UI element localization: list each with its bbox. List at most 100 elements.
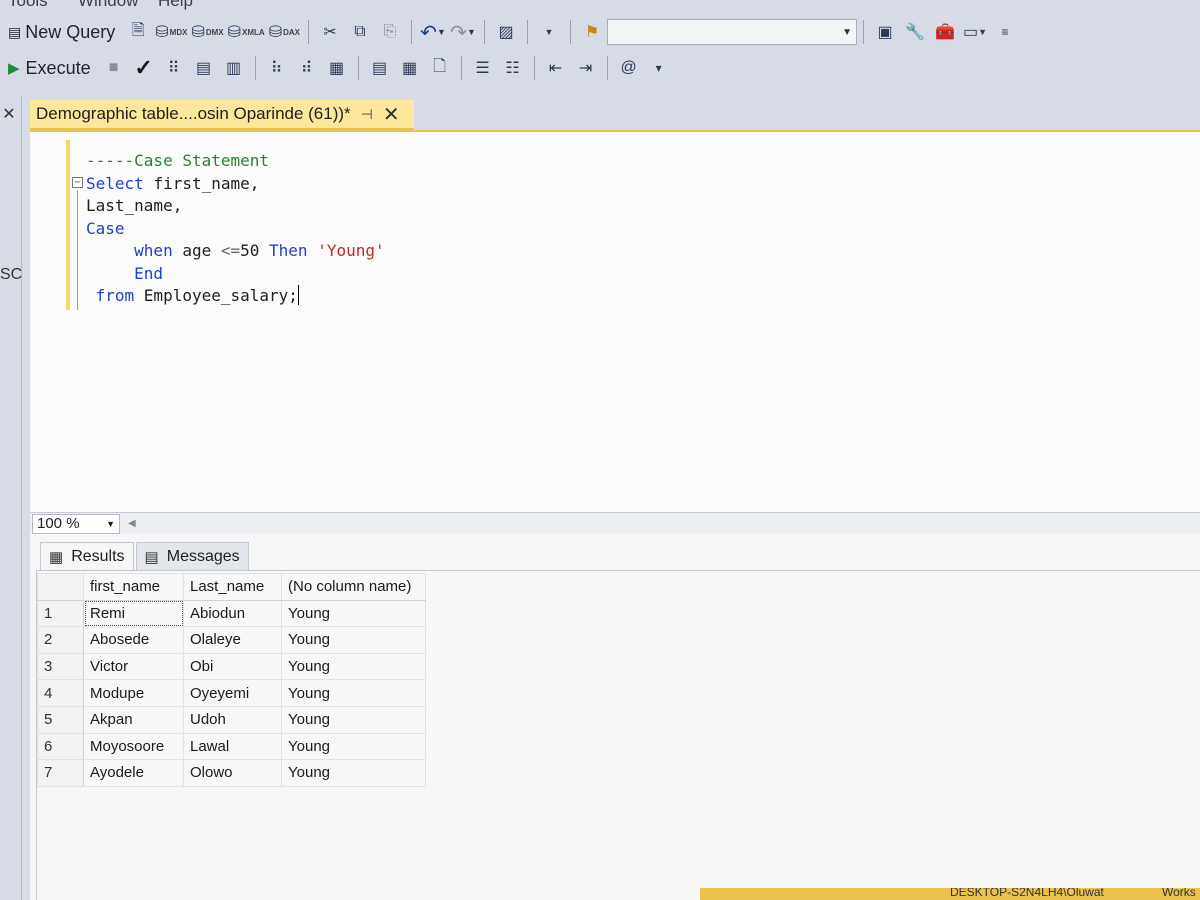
table-cell[interactable]: Modupe [83,679,184,707]
row-number-header[interactable] [37,573,84,601]
row-number[interactable]: 1 [37,599,84,628]
code-line[interactable]: from Employee_salary; [86,285,385,308]
table-cell[interactable]: Ayodele [83,759,184,787]
specify-template-values-button[interactable]: @ [616,54,642,82]
table-cell[interactable]: Young [281,599,426,628]
table-cell[interactable]: Young [281,705,426,734]
table-cell[interactable]: Akpan [83,705,184,734]
table-row[interactable]: 6 Moyosoore Lawal Young [37,732,426,761]
output-button[interactable]: ▭ ▼ [962,18,988,46]
cut-button[interactable]: ✂ [317,18,343,46]
table-cell[interactable]: Olaleye [183,626,282,654]
table-cell[interactable]: Young [281,652,426,681]
table-cell[interactable]: Young [281,759,426,787]
comment-button[interactable]: ☰ [470,54,496,82]
properties-button[interactable]: 🔧 [902,18,928,46]
zoom-dropdown[interactable]: 100 % ▼ [32,513,120,534]
column-header[interactable]: first_name [83,573,184,601]
column-header[interactable]: (No column name) [281,573,426,601]
sql-editor[interactable]: − -----Case Statement Select first_name, L… [30,132,1200,512]
redo-button[interactable]: ↷ ▼ [450,18,476,46]
search-combobox[interactable]: ▼ [607,19,858,45]
code-text[interactable]: -----Case Statement Select first_name, Las… [86,150,385,308]
code-line[interactable]: Last_name, [86,195,385,218]
table-cell[interactable]: Young [281,732,426,761]
paste-button[interactable]: ⎘ [377,18,403,46]
toolbar-options-button[interactable]: ▾ [646,54,672,82]
solution-config-dropdown[interactable]: ▼ [536,18,562,46]
table-cell[interactable]: Victor [83,652,184,681]
toolbar-options-button[interactable]: ≡ [992,18,1018,46]
column-header[interactable]: Last_name [183,573,282,601]
decrease-indent-button[interactable]: ⇤ [543,54,569,82]
table-row[interactable]: 7 Ayodele Olowo Young [37,759,426,787]
uncomment-button[interactable]: ☷ [500,54,526,82]
menu-tools[interactable]: Tools [8,0,48,11]
menu-help[interactable]: Help [158,0,193,11]
activity-monitor-button[interactable]: ▨ [493,18,519,46]
row-number[interactable]: 2 [37,626,84,654]
table-cell[interactable]: Abosede [83,626,184,654]
copy-button[interactable]: ⧉ [347,18,373,46]
dax-query-button[interactable]: ⛁ DAX [269,18,300,46]
code-line[interactable]: Case [86,218,385,241]
row-number[interactable]: 3 [37,652,84,681]
close-icon[interactable]: ✕ [0,104,18,123]
solution-explorer-button[interactable]: ▣ [872,18,898,46]
dmx-query-button[interactable]: ⛁ DMX [191,18,223,46]
mdx-query-button[interactable]: ⛁ MDX [155,18,187,46]
code-token: 50 [240,241,270,260]
xmla-query-button[interactable]: ⛁ XMLA [228,18,265,46]
results-to-text-button[interactable]: ▤ [367,54,393,82]
query-document-tab[interactable]: Demographic table....osin Oparinde (61))… [30,100,414,130]
intellisense-button[interactable]: ▥ [221,54,247,82]
find-button[interactable]: ⚑ [579,18,605,46]
include-actual-plan-button[interactable]: ⠷ [264,54,290,82]
row-number[interactable]: 6 [37,732,84,761]
cancel-query-button[interactable]: ■ [101,54,127,82]
code-line[interactable]: when age <=50 Then 'Young' [86,240,384,263]
row-number[interactable]: 4 [37,679,84,707]
live-query-stats-button[interactable]: ⠾ [294,54,320,82]
code-line[interactable]: End [86,263,385,286]
undo-button[interactable]: ↶ ▼ [420,18,446,46]
tab-results[interactable]: ▦ Results [40,542,134,570]
table-cell[interactable]: Remi [83,599,184,628]
row-number[interactable]: 5 [37,705,84,734]
new-query-button[interactable]: ▤ New Query [2,18,121,46]
table-cell[interactable]: Udoh [183,705,282,734]
display-estimated-plan-button[interactable]: ⠿ [161,54,187,82]
toolbox-button[interactable]: 🧰 [932,18,958,46]
tab-messages[interactable]: ▤ Messages [135,542,249,570]
parse-button[interactable]: ✓ [131,54,157,82]
table-cell[interactable]: Oyeyemi [183,679,282,707]
table-row[interactable]: 3 Victor Obi Young [37,652,426,681]
collapse-icon[interactable]: − [72,177,83,188]
query-designer-button[interactable]: ▤ [191,54,217,82]
execute-button[interactable]: ▶ Execute [2,54,97,82]
results-grid[interactable]: first_name Last_name (No column name) 1R… [36,570,1200,900]
table-row[interactable]: 5 Akpan Udoh Young [37,705,426,734]
row-number[interactable]: 7 [37,759,84,787]
code-line[interactable]: -----Case Statement [86,150,385,173]
table-row[interactable]: 4 Modupe Oyeyemi Young [37,679,426,707]
table-cell[interactable]: Lawal [183,732,282,761]
table-row[interactable]: 1 Remi Abiodun Young [37,599,426,628]
client-statistics-button[interactable]: ▦ [324,54,350,82]
table-cell[interactable]: Young [281,626,426,654]
table-cell[interactable]: Obi [183,652,282,681]
results-to-grid-button[interactable]: ▦ [397,54,423,82]
increase-indent-button[interactable]: ⇥ [573,54,599,82]
pin-icon[interactable]: ⊣ [361,106,373,123]
table-cell[interactable]: Olowo [183,759,282,787]
database-engine-query-button[interactable]: 🗎 [125,18,151,46]
menu-window[interactable]: Window [78,0,138,11]
code-line[interactable]: Select first_name, [86,173,385,196]
table-cell[interactable]: Young [281,679,426,707]
close-icon[interactable]: ✕ [383,102,400,127]
scroll-left-icon[interactable]: ◀ [128,518,136,529]
table-cell[interactable]: Moyosoore [83,732,184,761]
table-cell[interactable]: Abiodun [183,599,282,628]
table-row[interactable]: 2 Abosede Olaleye Young [37,626,426,654]
results-to-file-button[interactable]: 🗋 [427,54,453,82]
